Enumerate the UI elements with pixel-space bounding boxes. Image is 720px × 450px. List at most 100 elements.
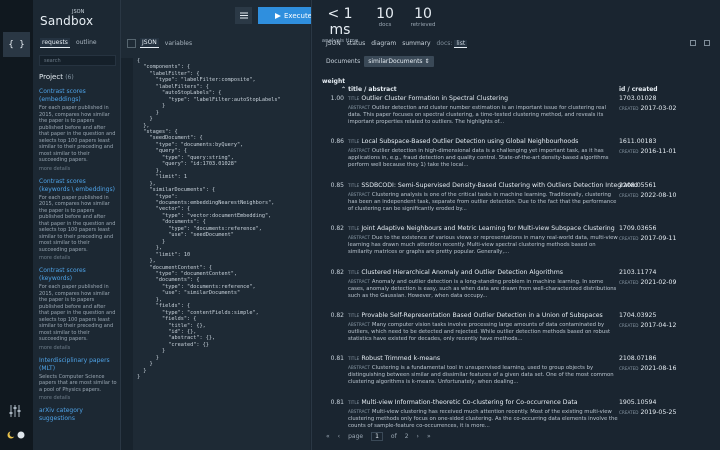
row-weight: 0.82 <box>330 268 344 276</box>
tab-json[interactable]: JSON <box>326 40 341 47</box>
row-created-text: 2021-08-16 <box>640 365 677 373</box>
row-title-text[interactable]: Joint Adaptive Neighbours and Metric Lea… <box>361 225 614 232</box>
list-item[interactable]: Contrast scores (keywords) For each pape… <box>39 267 117 351</box>
tab-outline[interactable]: outline <box>74 38 99 48</box>
tab-list[interactable]: list <box>454 40 468 48</box>
panel-icon[interactable] <box>127 38 136 48</box>
search-input[interactable]: search <box>39 55 116 66</box>
row-id[interactable]: 2108.07186 <box>619 355 656 362</box>
menu-button[interactable] <box>235 7 252 24</box>
table-row[interactable]: 0.82 TITLE Provable Self-Representation B… <box>322 311 712 354</box>
sliders-icon[interactable] <box>8 404 22 418</box>
tab-variables[interactable]: variables <box>163 39 194 48</box>
header-title[interactable]: ⌃ title / abstract <box>341 86 397 93</box>
table-row[interactable]: 0.82 TITLE Joint Adaptive Neighbours and … <box>322 224 712 267</box>
result-tabs: JSON status diagram summary docs: list <box>326 40 468 48</box>
row-abstract-text: Outlier detection in high-dimensional da… <box>348 148 609 169</box>
list-item[interactable]: Interdisciplinary papers (MLT) Selects C… <box>39 357 117 402</box>
abstract-tag: ABSTRACT <box>348 105 370 110</box>
stat-label: docs <box>378 22 392 28</box>
last-page-icon[interactable]: » <box>427 433 431 440</box>
row-title: TITLE Local Subspace-Based Outlier Detect… <box>348 138 578 145</box>
row-weight: 0.85 <box>330 181 344 189</box>
title-tag: TITLE <box>348 182 360 188</box>
created-tag: CREATED <box>619 106 639 111</box>
execute-label: Execute <box>284 11 312 20</box>
row-abstract-text: Multi-view clustering has received much … <box>348 408 618 429</box>
row-title-text[interactable]: SSDBCODI: Semi-Supervised Density-Based … <box>361 182 637 189</box>
more-details-link[interactable]: more details <box>39 166 117 172</box>
list-item[interactable]: arXiv category suggestions <box>39 407 117 423</box>
row-created-text: 2017-03-02 <box>640 105 677 112</box>
tab-docs[interactable]: docs <box>437 40 451 47</box>
next-page-icon[interactable]: › <box>417 433 419 440</box>
request-title[interactable]: Interdisciplinary papers (MLT) <box>39 357 117 373</box>
copy-icon[interactable] <box>690 40 696 46</box>
request-title[interactable]: Contrast scores (embeddings) <box>39 88 117 104</box>
prev-page-icon[interactable]: ‹ <box>338 433 340 440</box>
tab-requests[interactable]: requests <box>40 38 70 48</box>
play-icon <box>275 12 281 19</box>
of-label: of <box>390 433 397 440</box>
row-abstract: ABSTRACT Outlier detection in high-dimens… <box>348 147 618 169</box>
header-weight[interactable]: weight <box>322 78 345 85</box>
first-page-icon[interactable]: « <box>326 433 330 440</box>
abstract-tag: ABSTRACT <box>348 148 370 154</box>
request-title[interactable]: arXiv category suggestions <box>39 407 117 423</box>
row-title: TITLE Robust Trimmed k-means <box>348 355 440 362</box>
row-title-text[interactable]: Multi-view Information-theoretic Co-clus… <box>361 399 577 406</box>
tab-json[interactable]: JSON <box>140 38 159 48</box>
row-id[interactable]: 1704.03925 <box>619 312 656 319</box>
row-title-text[interactable]: Robust Trimmed k-means <box>361 355 440 362</box>
more-details-link[interactable]: more details <box>39 395 117 401</box>
tab-status[interactable]: status <box>347 40 365 47</box>
row-abstract: ABSTRACT Anomaly and outlier detection is… <box>348 278 618 300</box>
results-panel: < 1 ms analysis time 10 docs 10 retrieve… <box>311 0 720 450</box>
tab-diagram[interactable]: diagram <box>371 40 396 47</box>
table-row[interactable]: 0.82 TITLE Clustered Hierarchical Anomaly… <box>322 268 712 311</box>
row-id[interactable]: 1709.03656 <box>619 225 656 232</box>
table-row[interactable]: 0.86 TITLE Local Subspace-Based Outlier D… <box>322 137 712 180</box>
row-title: TITLE Outlier Cluster Formation in Spectr… <box>348 95 508 102</box>
stat-value: < 1 ms <box>327 6 353 38</box>
row-id[interactable]: 1703.01028 <box>619 95 656 102</box>
list-item[interactable]: Contrast scores (keywords \ embeddings) … <box>39 178 117 262</box>
list-item[interactable]: Contrast scores (embeddings) For each pa… <box>39 88 117 172</box>
json-code[interactable]: { "components": { "labelFilter": { "type… <box>137 58 281 381</box>
project-heading: Project (6) <box>39 73 74 81</box>
result-table: 1.00 TITLE Outlier Cluster Formation in S… <box>322 94 712 441</box>
more-details-link[interactable]: more details <box>39 345 117 351</box>
row-created-text: 2017-04-12 <box>640 321 677 329</box>
table-row[interactable]: 0.81 TITLE Robust Trimmed k-means ABSTRAC… <box>322 354 712 397</box>
row-abstract: ABSTRACT Many computer vision tasks invol… <box>348 321 618 343</box>
row-title-text[interactable]: Outlier Cluster Formation in Spectral Cl… <box>361 95 508 102</box>
request-list: Contrast scores (embeddings) For each pa… <box>39 88 117 429</box>
row-created-text: 2022-08-10 <box>640 191 677 199</box>
table-row[interactable]: 1.00 TITLE Outlier Cluster Formation in S… <box>322 94 712 137</box>
row-created: CREATED 2019-05-25 <box>619 409 676 416</box>
documents-select[interactable]: similarDocuments ⇕ <box>364 56 434 67</box>
row-title-text[interactable]: Local Subspace-Based Outlier Detection u… <box>361 138 578 145</box>
expand-icon[interactable] <box>704 40 710 46</box>
tab-summary[interactable]: summary <box>402 40 430 47</box>
row-created: CREATED 2021-08-16 <box>619 365 676 372</box>
request-title[interactable]: Contrast scores (keywords) <box>39 267 117 283</box>
row-id[interactable]: 1905.10594 <box>619 399 656 406</box>
row-weight: 0.82 <box>330 225 344 233</box>
header-id[interactable]: id / created <box>619 86 658 93</box>
row-created-text: 2019-05-25 <box>640 408 677 416</box>
row-id[interactable]: 2208.05561 <box>619 182 656 189</box>
theme-toggle-icon[interactable] <box>6 430 28 440</box>
row-title-text[interactable]: Clustered Hierarchical Anomaly and Outli… <box>361 269 563 276</box>
row-created: CREATED 2016-11-01 <box>619 148 676 155</box>
request-title[interactable]: Contrast scores (keywords \ embeddings) <box>39 178 117 194</box>
row-id[interactable]: 2103.11774 <box>619 269 656 276</box>
row-id[interactable]: 1611.00183 <box>619 138 656 145</box>
page-input[interactable]: 1 <box>371 432 383 441</box>
braces-icon[interactable]: { } <box>3 32 30 57</box>
stat-docs: 10 docs <box>374 6 396 28</box>
table-row[interactable]: 0.85 TITLE SSDBCODI: Semi-Supervised Dens… <box>322 181 712 224</box>
stat-retrieved: 10 retrieved <box>408 6 438 28</box>
row-title-text[interactable]: Provable Self-Representation Based Outli… <box>361 312 602 319</box>
more-details-link[interactable]: more details <box>39 255 117 261</box>
